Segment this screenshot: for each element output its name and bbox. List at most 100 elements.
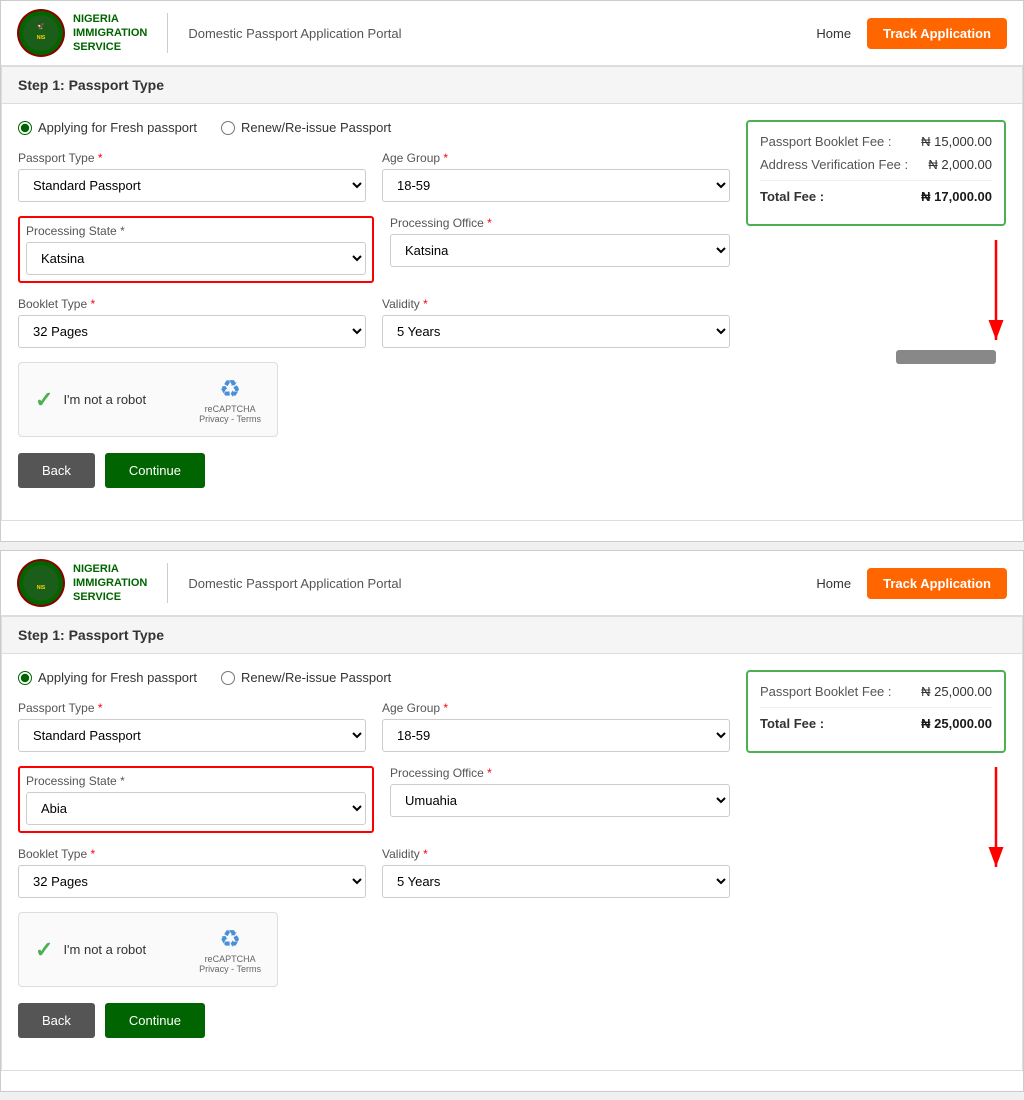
radio-fresh-2[interactable]: Applying for Fresh passport bbox=[18, 670, 197, 685]
header-left-2: NIS NIGERIAIMMIGRATIONSERVICE Domestic P… bbox=[17, 559, 402, 607]
fee-section-2: Passport Booklet Fee : ₦ 25,000.00 Total… bbox=[746, 670, 1006, 1054]
screenshot-1: 🦅 NIS NIGERIA IMMIGRATION SERVICE Domest… bbox=[0, 0, 1024, 542]
age-group-select-2[interactable]: 18-59 bbox=[382, 719, 730, 752]
total-fee-row-1: Total Fee : ₦ 17,000.00 bbox=[760, 180, 992, 204]
red-arrow-2 bbox=[746, 757, 1006, 877]
validity-group-1: Validity * 5 Years bbox=[382, 297, 730, 348]
validity-group-2: Validity * 5 Years bbox=[382, 847, 730, 898]
radio-group-2: Applying for Fresh passport Renew/Re-iss… bbox=[18, 670, 730, 685]
logo-icon-1: 🦅 NIS bbox=[17, 9, 65, 57]
age-group-group-2: Age Group * 18-59 bbox=[382, 701, 730, 752]
validity-select-2[interactable]: 5 Years bbox=[382, 865, 730, 898]
recaptcha-sub-2: Privacy - Terms bbox=[199, 964, 261, 974]
radio-fresh-label-2: Applying for Fresh passport bbox=[38, 670, 197, 685]
radio-fresh-label-1: Applying for Fresh passport bbox=[38, 120, 197, 135]
captcha-check-icon-1: ✓ bbox=[35, 387, 53, 413]
logo-icon-2: NIS bbox=[17, 559, 65, 607]
passport-type-group-1: Passport Type * Standard Passport bbox=[18, 151, 366, 202]
home-link-1[interactable]: Home bbox=[816, 26, 851, 41]
age-group-label-2: Age Group * bbox=[382, 701, 730, 715]
logo-title-1: NIGERIA IMMIGRATION SERVICE bbox=[73, 12, 147, 55]
portal-title-1: Domestic Passport Application Portal bbox=[188, 26, 401, 41]
radio-fresh-1[interactable]: Applying for Fresh passport bbox=[18, 120, 197, 135]
recaptcha-icon-2: ♻ bbox=[199, 925, 261, 954]
form-left-1: Applying for Fresh passport Renew/Re-iss… bbox=[18, 120, 730, 504]
header-right-2: Home Track Application bbox=[816, 568, 1007, 599]
booklet-fee-label-1: Passport Booklet Fee : bbox=[760, 134, 892, 149]
radio-renew-1[interactable]: Renew/Re-issue Passport bbox=[221, 120, 391, 135]
processing-office-group-1: Processing Office * Katsina bbox=[390, 216, 730, 283]
radio-fresh-input-1[interactable] bbox=[18, 121, 32, 135]
booklet-type-select-2[interactable]: 32 Pages bbox=[18, 865, 366, 898]
radio-renew-label-1: Renew/Re-issue Passport bbox=[241, 120, 391, 135]
booklet-fee-value-1: ₦ 15,000.00 bbox=[921, 134, 992, 149]
recaptcha-sub-1: Privacy - Terms bbox=[199, 414, 261, 424]
continue-btn-1[interactable]: Continue bbox=[105, 453, 205, 488]
radio-renew-input-2[interactable] bbox=[221, 671, 235, 685]
passport-type-label-2: Passport Type * bbox=[18, 701, 366, 715]
radio-renew-2[interactable]: Renew/Re-issue Passport bbox=[221, 670, 391, 685]
passport-type-select-2[interactable]: Standard Passport bbox=[18, 719, 366, 752]
header-divider-1 bbox=[167, 13, 168, 53]
button-row-2: Back Continue bbox=[18, 1003, 730, 1054]
fee-box-1: Passport Booklet Fee : ₦ 15,000.00 Addre… bbox=[746, 120, 1006, 226]
form-section-2: Applying for Fresh passport Renew/Re-iss… bbox=[2, 654, 1022, 1070]
svg-text:NIS: NIS bbox=[37, 585, 46, 591]
validity-select-1[interactable]: 5 Years bbox=[382, 315, 730, 348]
fee-section-1: Passport Booklet Fee : ₦ 15,000.00 Addre… bbox=[746, 120, 1006, 504]
booklet-fee-value-2: ₦ 25,000.00 bbox=[921, 684, 992, 699]
passport-type-select-1[interactable]: Standard Passport bbox=[18, 169, 366, 202]
screenshot-2: NIS NIGERIAIMMIGRATIONSERVICE Domestic P… bbox=[0, 550, 1024, 1092]
home-link-2[interactable]: Home bbox=[816, 576, 851, 591]
header-divider-2 bbox=[167, 563, 168, 603]
age-group-label-1: Age Group * bbox=[382, 151, 730, 165]
age-group-select-1[interactable]: 18-59 bbox=[382, 169, 730, 202]
track-application-btn-2[interactable]: Track Application bbox=[867, 568, 1007, 599]
age-group-group-1: Age Group * 18-59 bbox=[382, 151, 730, 202]
scrollbar-1[interactable] bbox=[896, 350, 996, 364]
captcha-left-2: ✓ I'm not a robot bbox=[35, 937, 146, 963]
header-2: NIS NIGERIAIMMIGRATIONSERVICE Domestic P… bbox=[1, 551, 1023, 616]
back-btn-1[interactable]: Back bbox=[18, 453, 95, 488]
radio-fresh-input-2[interactable] bbox=[18, 671, 32, 685]
address-fee-value-1: ₦ 2,000.00 bbox=[928, 157, 992, 172]
portal-title-2: Domestic Passport Application Portal bbox=[188, 576, 401, 591]
captcha-label-2: I'm not a robot bbox=[63, 942, 146, 957]
step-header-1: Step 1: Passport Type bbox=[2, 67, 1022, 104]
radio-renew-input-1[interactable] bbox=[221, 121, 235, 135]
total-fee-row-2: Total Fee : ₦ 25,000.00 bbox=[760, 707, 992, 731]
recaptcha-icon-1: ♻ bbox=[199, 375, 261, 404]
total-fee-label-2: Total Fee : bbox=[760, 716, 824, 731]
form-row-booklet-validity-1: Booklet Type * 32 Pages Validity * 5 bbox=[18, 297, 730, 348]
form-row-passport-age-1: Passport Type * Standard Passport Age Gr… bbox=[18, 151, 730, 202]
processing-office-select-2[interactable]: Umuahia bbox=[390, 784, 730, 817]
track-application-btn-1[interactable]: Track Application bbox=[867, 18, 1007, 49]
header-right-1: Home Track Application bbox=[816, 18, 1007, 49]
processing-office-select-1[interactable]: Katsina bbox=[390, 234, 730, 267]
button-row-1: Back Continue bbox=[18, 453, 730, 504]
processing-state-select-2[interactable]: Abia bbox=[26, 792, 366, 825]
step-section-1: Step 1: Passport Type Applying for Fresh… bbox=[1, 66, 1023, 521]
arrow-svg-1 bbox=[946, 230, 1006, 350]
processing-state-group-1: Processing State * Katsina bbox=[18, 216, 374, 283]
booklet-type-select-1[interactable]: 32 Pages bbox=[18, 315, 366, 348]
logo-title-2: NIGERIAIMMIGRATIONSERVICE bbox=[73, 562, 147, 605]
processing-state-group-2: Processing State * Abia bbox=[18, 766, 374, 833]
booklet-type-label-2: Booklet Type * bbox=[18, 847, 366, 861]
processing-state-select-1[interactable]: Katsina bbox=[26, 242, 366, 275]
total-fee-value-2: ₦ 25,000.00 bbox=[921, 716, 992, 731]
captcha-check-icon-2: ✓ bbox=[35, 937, 53, 963]
validity-label-1: Validity * bbox=[382, 297, 730, 311]
red-arrow-1 bbox=[746, 230, 1006, 350]
form-row-state-office-2: Processing State * Abia Processing Offic… bbox=[18, 766, 730, 833]
header-1: 🦅 NIS NIGERIA IMMIGRATION SERVICE Domest… bbox=[1, 1, 1023, 66]
back-btn-2[interactable]: Back bbox=[18, 1003, 95, 1038]
booklet-fee-row-2: Passport Booklet Fee : ₦ 25,000.00 bbox=[760, 684, 992, 699]
booklet-fee-label-2: Passport Booklet Fee : bbox=[760, 684, 892, 699]
captcha-2[interactable]: ✓ I'm not a robot ♻ reCAPTCHA Privacy - … bbox=[18, 912, 278, 987]
captcha-1[interactable]: ✓ I'm not a robot ♻ reCAPTCHA Privacy - … bbox=[18, 362, 278, 437]
form-row-passport-age-2: Passport Type * Standard Passport Age Gr… bbox=[18, 701, 730, 752]
continue-btn-2[interactable]: Continue bbox=[105, 1003, 205, 1038]
processing-state-label-2: Processing State * bbox=[26, 774, 366, 788]
logo-text-1: NIGERIA IMMIGRATION SERVICE bbox=[73, 12, 147, 55]
